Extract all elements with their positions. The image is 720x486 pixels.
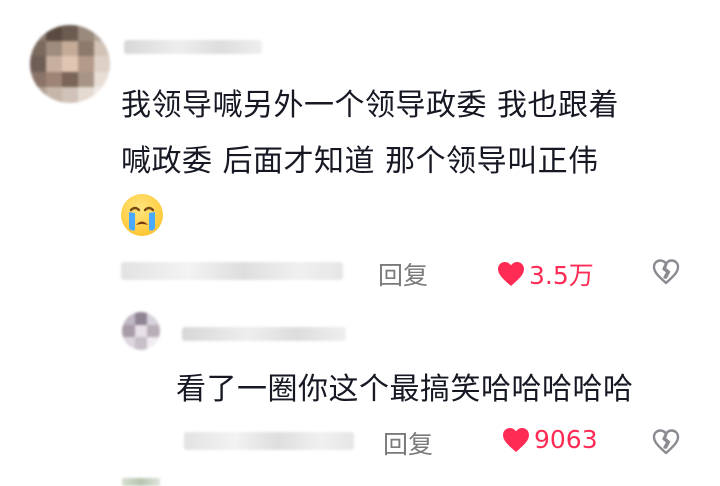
comment-text-line-2: 喊政委 后面才知道 那个领导叫正伟 (121, 144, 599, 179)
crying-face-emoji-icon (121, 194, 163, 236)
next-reply-avatar[interactable] (122, 478, 160, 486)
reply-avatar[interactable] (122, 312, 160, 350)
reply-username[interactable] (182, 327, 346, 341)
comment-text-line-1: 我领导喊另外一个领导政委 我也跟着 (121, 88, 620, 123)
comment-timestamp (121, 262, 343, 280)
heart-icon (503, 427, 529, 452)
reply-button[interactable]: 回复 (378, 256, 428, 292)
like-button-2[interactable]: 9063 (502, 425, 598, 454)
heart-icon (498, 262, 524, 286)
broken-heart-icon[interactable] (652, 258, 680, 286)
like-count: 3.5万 (529, 261, 594, 290)
like-button[interactable]: 3.5万 (497, 256, 594, 292)
avatar[interactable] (30, 25, 110, 103)
reply-timestamp (184, 432, 354, 450)
like-count: 9063 (534, 425, 598, 454)
broken-heart-icon[interactable] (652, 428, 680, 456)
username[interactable] (124, 40, 262, 54)
reply-text: 看了一圈你这个最搞笑哈哈哈哈哈 (176, 372, 634, 407)
reply-button-2[interactable]: 回复 (383, 425, 433, 461)
